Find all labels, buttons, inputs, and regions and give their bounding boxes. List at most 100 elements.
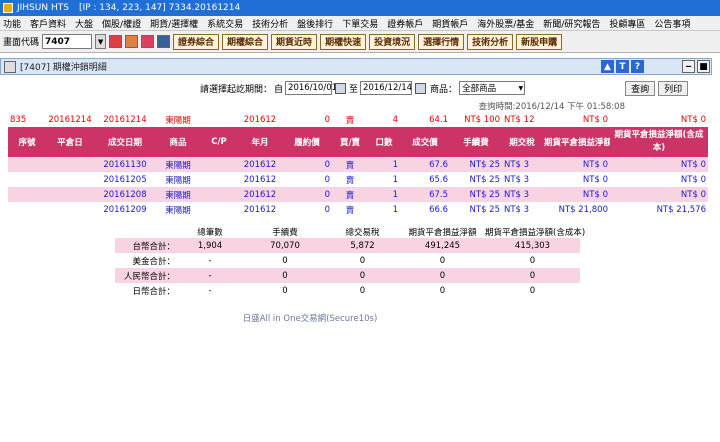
screen-code-input[interactable]: 7407: [42, 34, 93, 49]
totals-count: 1,904: [175, 238, 245, 253]
totals-header: 總筆數 手續費 總交易稅 期貨平倉損益淨額 期貨平倉損益淨額(含成本): [115, 225, 585, 238]
side-cell: 賣: [345, 115, 355, 126]
panel-title: [7407] 期權沖銷明細: [20, 63, 107, 73]
seq-cell: [8, 202, 46, 217]
connection-info: [IP : 134, 223, 147] 7334.20161214: [78, 3, 241, 13]
col-trade-date: 成交日期: [94, 127, 156, 157]
strike-cell: 0: [282, 187, 332, 202]
print-button[interactable]: 列印: [658, 80, 689, 96]
from-date-input[interactable]: 2016/10/01: [285, 81, 337, 95]
pnl-cell: NT$ 21,800: [558, 204, 608, 215]
menu-item-advisory[interactable]: 投顧專區: [609, 17, 645, 30]
menu-item-customer[interactable]: 客戶資料: [30, 17, 66, 30]
product-select[interactable]: 全部商品 ▼: [459, 81, 526, 95]
totals-label: 美金合計：: [132, 256, 175, 267]
price-cell: 64.1: [429, 114, 448, 125]
technical-analysis-button[interactable]: 技術分析: [467, 33, 514, 50]
pnl-cell: NT$ 0: [542, 187, 610, 202]
col-tax: 期交稅: [502, 127, 542, 157]
price-cell: 67.6: [400, 157, 450, 172]
totals-fee: 70,070: [245, 238, 325, 253]
chevron-down-icon: ▼: [97, 37, 104, 46]
code-dropdown-button[interactable]: ▼: [95, 34, 107, 49]
trade-date-cell: 20161208: [94, 187, 156, 202]
table-row[interactable]: 20161209 東陽期 201612 0 賣 1 66.6 NT$ 25 NT…: [8, 202, 708, 217]
product-cell: 東陽期: [156, 157, 200, 172]
col-price: 成交價: [400, 127, 450, 157]
pnl-cell: NT$ 0: [582, 174, 608, 185]
calendar-icon[interactable]: [415, 82, 427, 94]
pnl-cost-cell: NT$ 0: [680, 114, 706, 125]
menu-item-technical[interactable]: 技術分析: [252, 17, 288, 30]
totals-tax: 0: [359, 285, 366, 296]
menu-item-futures-account[interactable]: 期貨帳戶: [432, 17, 468, 30]
window-titlebar: JIHSUN HTS [IP : 134, 223, 147] 7334.201…: [0, 0, 720, 16]
options-quote-button[interactable]: 選擇行情: [418, 33, 465, 50]
menu-item-news[interactable]: 新聞/研究報告: [543, 17, 600, 30]
month-cell: 201612: [243, 174, 277, 185]
totals-tax: 5,872: [325, 238, 400, 253]
window-icon[interactable]: [141, 35, 155, 48]
topmost-icon[interactable]: T: [616, 60, 629, 73]
col-seq: 序號: [8, 127, 46, 157]
cp-cell: [200, 187, 238, 202]
product-cell: 東陽期: [165, 205, 191, 216]
menu-item-ranking[interactable]: 盤後排行: [297, 17, 333, 30]
col-close-date: 平倉日: [46, 127, 94, 157]
month-cell: 201612: [243, 114, 277, 125]
menu-item-market[interactable]: 大盤: [75, 17, 93, 30]
fee-cell: NT$ 25: [450, 187, 502, 202]
qty-cell: 1: [368, 187, 400, 202]
menu-item-overseas[interactable]: 海外股票/基金: [477, 17, 534, 30]
up-icon[interactable]: ▲: [601, 60, 614, 73]
col-product: 商品: [156, 127, 200, 157]
from-label: 自: [274, 84, 284, 95]
menu-item-securities-account[interactable]: 證券帳戶: [387, 17, 423, 30]
investment-status-button[interactable]: 投資境況: [369, 33, 416, 50]
totals-pnl-cost: 0: [485, 268, 580, 283]
ipo-subscribe-button[interactable]: 新股申購: [516, 33, 563, 50]
menu-item-futures[interactable]: 期貨/選擇權: [150, 17, 198, 30]
help-icon[interactable]: ?: [631, 60, 644, 73]
folder-icon[interactable]: [125, 35, 139, 48]
totals-pnl: 0: [439, 285, 446, 296]
col-strike: 履約價: [282, 127, 332, 157]
col-pnl: 期貨平倉損益淨額: [542, 127, 610, 157]
futures-overview-button[interactable]: 期權綜合: [222, 33, 269, 50]
table-row[interactable]: 20161205 東陽期 201612 0 賣 1 65.6 NT$ 25 NT…: [8, 172, 708, 187]
app-title: JIHSUN HTS: [17, 3, 69, 13]
price-cell: 65.6: [429, 174, 448, 185]
maximize-icon[interactable]: ■: [697, 60, 710, 73]
menu-item-system-trade[interactable]: 系統交易: [207, 17, 243, 30]
to-label: 至: [349, 84, 359, 95]
futures-quick-button[interactable]: 期權快速: [320, 33, 367, 50]
menu-item-order[interactable]: 下單交易: [342, 17, 378, 30]
totals-table: 總筆數 手續費 總交易稅 期貨平倉損益淨額 期貨平倉損益淨額(含成本) 台幣合計…: [115, 225, 585, 298]
menu-item-announcements[interactable]: 公告事項: [654, 17, 690, 30]
home-icon[interactable]: [109, 35, 123, 48]
strike-cell: 0: [282, 157, 332, 172]
trade-date-cell: 20161130: [94, 157, 156, 172]
totals-pnl-cost: 0: [529, 255, 536, 266]
strike-cell: 0: [324, 114, 330, 125]
table-row[interactable]: 20161130 東陽期 201612 0 賣 1 67.6 NT$ 25 NT…: [8, 157, 708, 172]
minimize-icon[interactable]: ‒: [682, 60, 695, 73]
totals-tax: 0: [359, 255, 366, 266]
menu-icon[interactable]: [157, 35, 171, 48]
to-date-input[interactable]: 2016/12/14: [360, 81, 413, 95]
totals-count: -: [208, 255, 212, 266]
cp-cell: [200, 112, 238, 127]
pnl-cost-cell: NT$ 0: [610, 157, 708, 172]
menu-bar: 功能 客戶資料 大盤 個股/權證 期貨/選擇權 系統交易 技術分析 盤後排行 下…: [0, 16, 720, 31]
summary-row: 835 20161214 20161214 東陽期 201612 0 賣 4 6…: [8, 112, 708, 127]
query-time: 查詢時間:2016/12/14 下午 01:58:08: [478, 102, 625, 112]
securities-overview-button[interactable]: 證券綜合: [173, 33, 220, 50]
futures-recent-button[interactable]: 期貨近時: [271, 33, 318, 50]
table-row[interactable]: 20161208 東陽期 201612 0 賣 1 67.5 NT$ 25 NT…: [8, 187, 708, 202]
menu-item-function[interactable]: 功能: [3, 17, 21, 30]
calendar-icon[interactable]: [335, 82, 347, 94]
qty-cell: 1: [392, 174, 398, 185]
price-cell: 66.6: [429, 204, 448, 215]
query-button[interactable]: 查詢: [625, 80, 656, 96]
menu-item-stocks[interactable]: 個股/權證: [102, 17, 141, 30]
